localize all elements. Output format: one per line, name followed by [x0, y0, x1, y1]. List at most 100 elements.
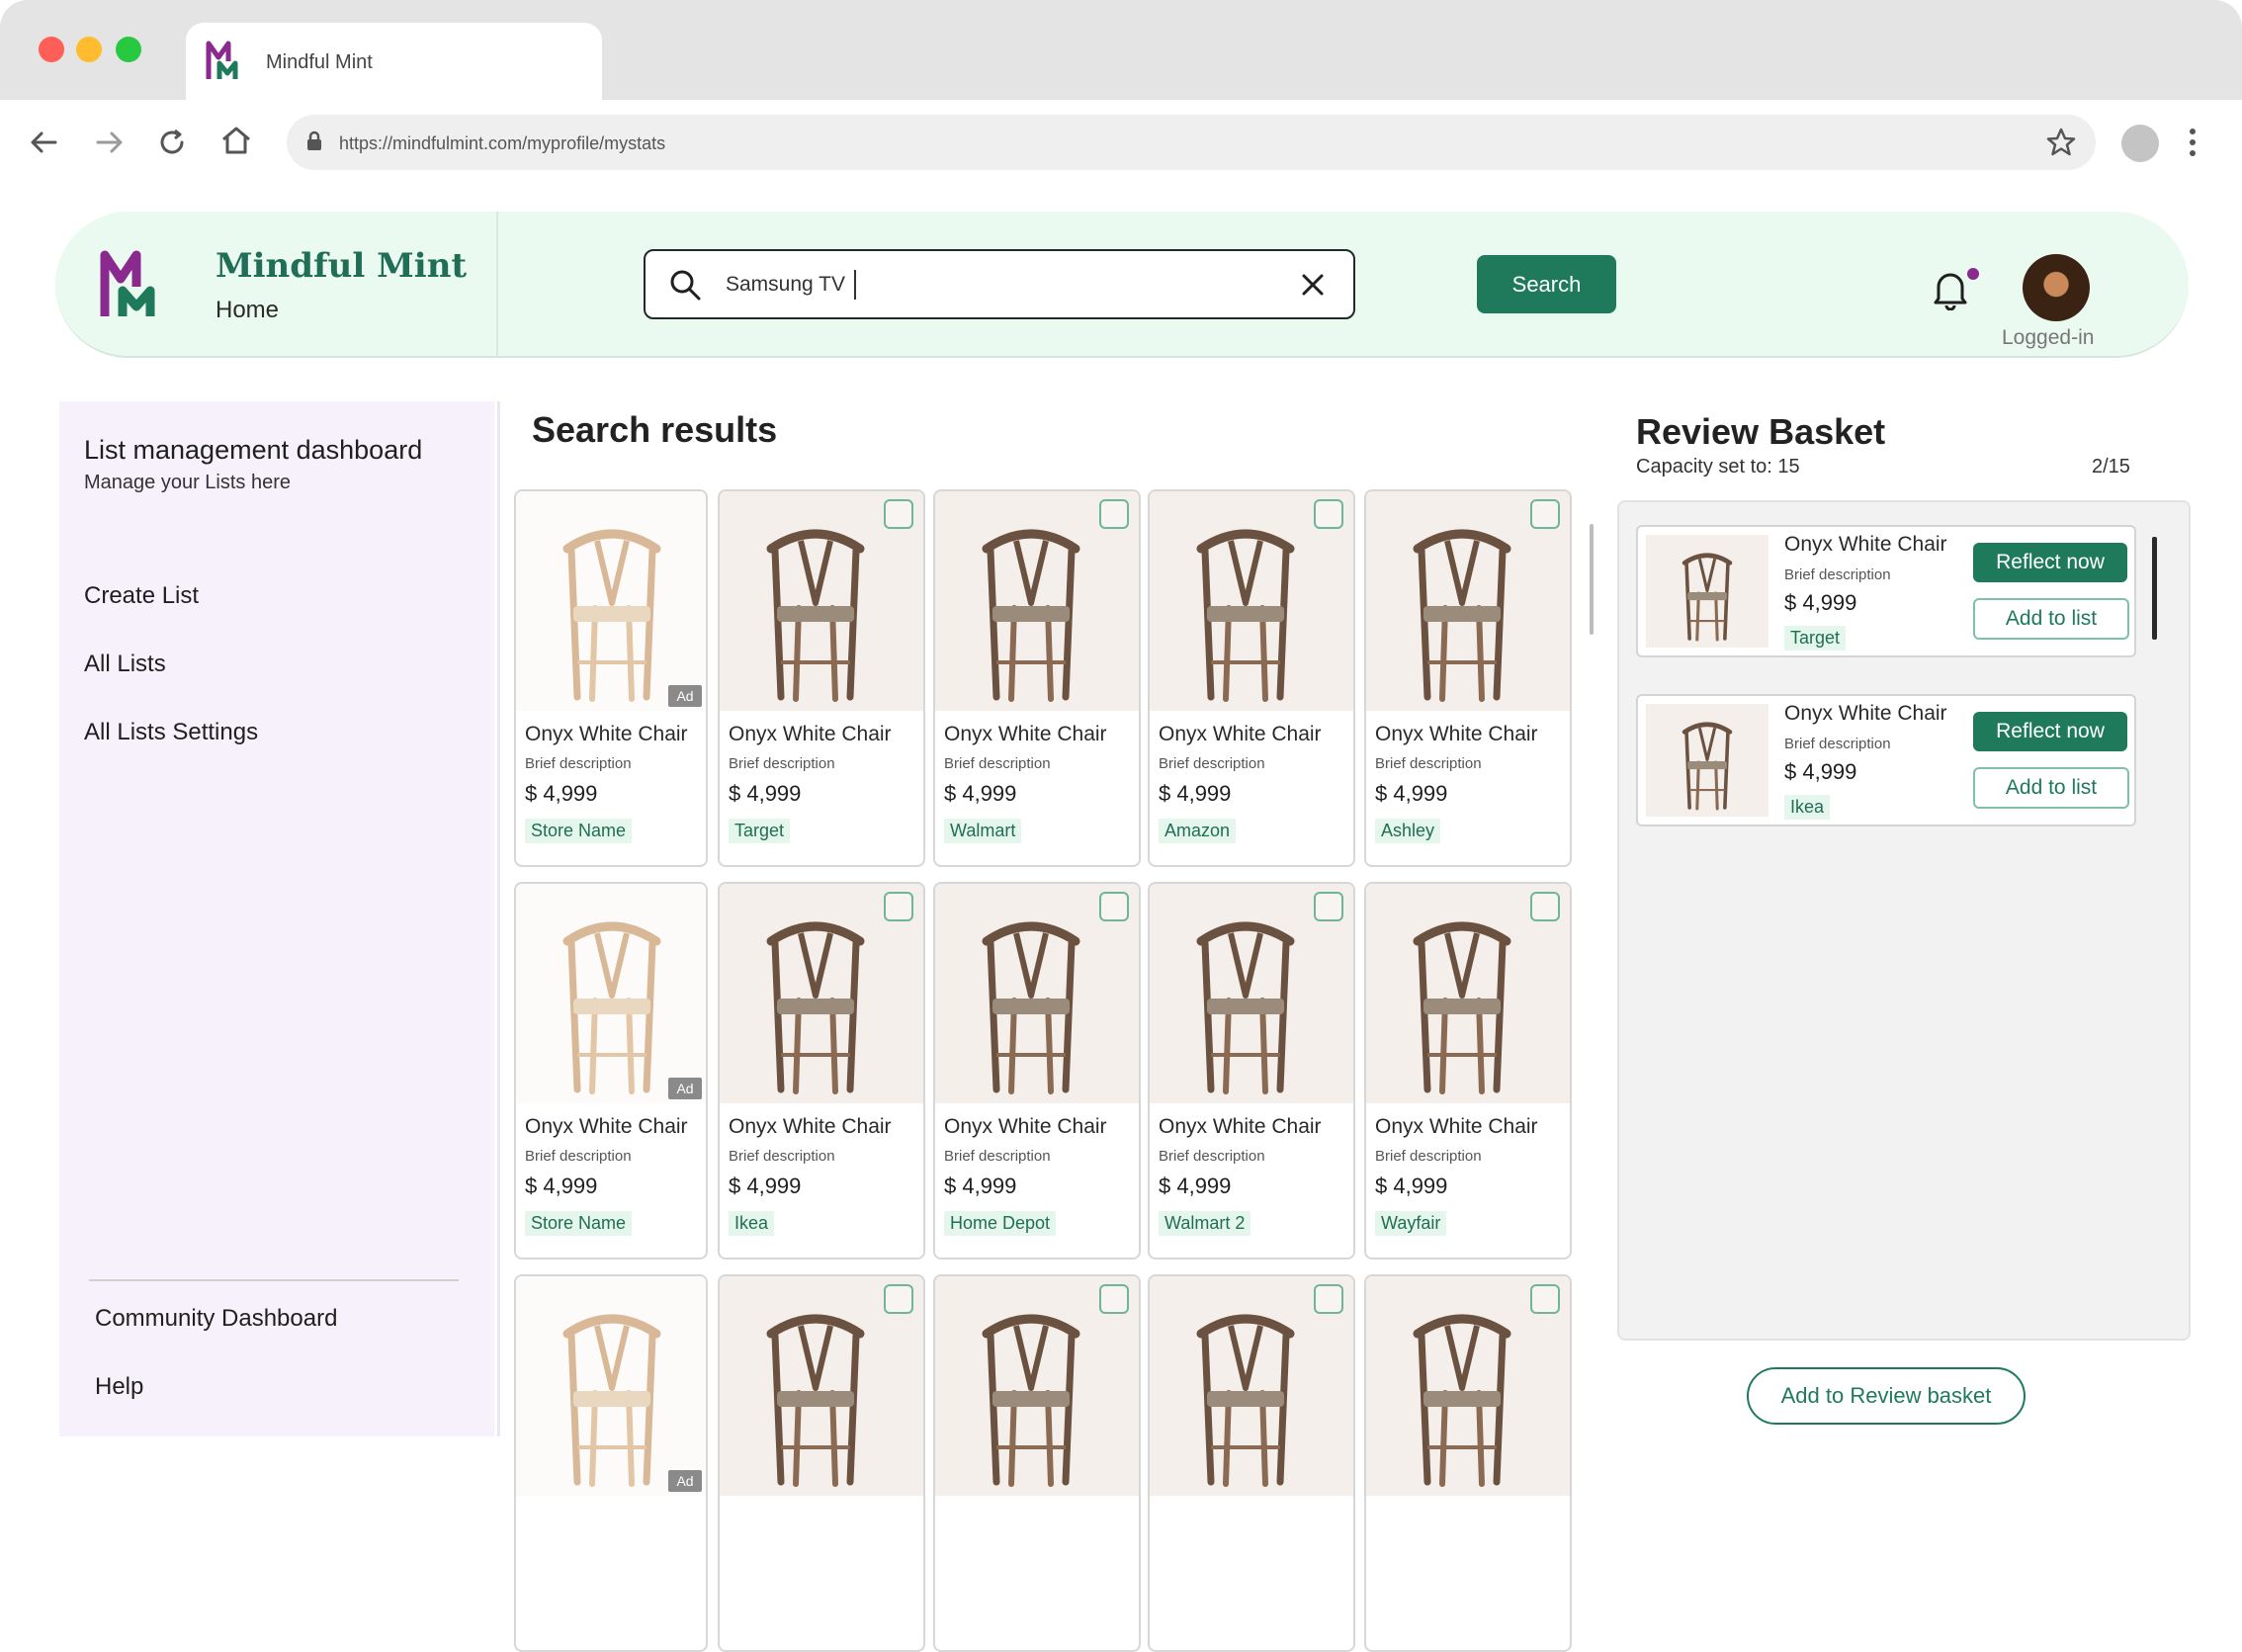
- product-card[interactable]: Onyx White Chair Brief description $ 4,999…: [1148, 489, 1355, 867]
- select-checkbox[interactable]: [884, 892, 913, 921]
- browser-menu-icon[interactable]: [2187, 127, 2199, 158]
- store-badge: Store Name: [525, 819, 633, 843]
- basket-item-description: Brief description: [1784, 736, 1891, 752]
- product-description: Brief description: [525, 1148, 632, 1165]
- sidebar-item-create-list[interactable]: Create List: [84, 582, 199, 610]
- product-card[interactable]: [933, 1274, 1141, 1652]
- chair-image-icon: [957, 902, 1105, 1095]
- breadcrumb-home[interactable]: Home: [216, 297, 279, 324]
- product-card[interactable]: Onyx White Chair Brief description $ 4,999…: [1364, 489, 1572, 867]
- select-checkbox[interactable]: [1530, 892, 1560, 921]
- sidebar-title: List management dashboard: [84, 435, 423, 465]
- user-avatar[interactable]: [2023, 254, 2090, 321]
- search-input-value[interactable]: Samsung TV: [726, 273, 845, 297]
- sidebar-item-all-lists[interactable]: All Lists: [84, 651, 166, 678]
- ad-badge: Ad: [668, 1078, 702, 1099]
- select-checkbox[interactable]: [884, 1284, 913, 1314]
- reflect-now-button[interactable]: Reflect now: [1973, 543, 2127, 582]
- notification-badge: [1967, 268, 1979, 280]
- brand-name[interactable]: Mindful Mint: [216, 246, 467, 286]
- product-image[interactable]: [516, 884, 706, 1103]
- product-description: Brief description: [729, 755, 835, 772]
- store-badge: Wayfair: [1375, 1211, 1447, 1236]
- add-to-list-button[interactable]: Add to list: [1973, 767, 2129, 809]
- notification-bell-icon[interactable]: [1931, 267, 1970, 310]
- product-card[interactable]: [718, 1274, 925, 1652]
- product-description: Brief description: [729, 1148, 835, 1165]
- product-name: Onyx White Chair: [729, 723, 892, 745]
- product-price: $ 4,999: [729, 781, 802, 806]
- tab-favicon-icon: [206, 41, 238, 79]
- basket-item[interactable]: Onyx White Chair Brief description $ 4,9…: [1636, 694, 2136, 826]
- add-to-list-button[interactable]: Add to list: [1973, 598, 2129, 640]
- sidebar-item-help[interactable]: Help: [95, 1373, 143, 1401]
- sidebar-item-community-dashboard[interactable]: Community Dashboard: [95, 1305, 337, 1333]
- product-card[interactable]: Ad Onyx White Chair Brief description $ 4,9…: [514, 489, 708, 867]
- clear-search-icon[interactable]: [1299, 271, 1327, 299]
- select-checkbox[interactable]: [1314, 892, 1343, 921]
- store-badge: Walmart: [944, 819, 1022, 843]
- store-badge: Ikea: [729, 1211, 775, 1236]
- product-description: Brief description: [1375, 755, 1482, 772]
- url-text[interactable]: https://mindfulmint.com/myprofile/mystat…: [339, 133, 665, 154]
- close-window-button[interactable]: [39, 37, 64, 62]
- search-button[interactable]: Search: [1477, 255, 1616, 313]
- product-card[interactable]: Onyx White Chair Brief description $ 4,999…: [933, 882, 1141, 1260]
- add-to-review-basket-button[interactable]: Add to Review basket: [1747, 1367, 2026, 1425]
- basket-item-store: Ikea: [1784, 795, 1831, 820]
- basket-scrollbar[interactable]: [2152, 537, 2157, 640]
- chair-image-icon: [957, 1294, 1105, 1488]
- sidebar-divider: [497, 401, 500, 1436]
- sidebar-subtitle: Manage your Lists here: [84, 472, 292, 493]
- select-checkbox[interactable]: [1099, 499, 1129, 529]
- chair-image-icon: [538, 509, 686, 703]
- search-results-title: Search results: [532, 409, 778, 450]
- product-image[interactable]: [516, 1276, 706, 1496]
- chair-image-icon: [957, 509, 1105, 703]
- chair-image-icon: [1388, 1294, 1536, 1488]
- back-arrow-icon[interactable]: [28, 129, 59, 156]
- product-description: Brief description: [525, 755, 632, 772]
- minimize-window-button[interactable]: [76, 37, 102, 62]
- sidebar-item-all-lists-settings[interactable]: All Lists Settings: [84, 719, 258, 746]
- select-checkbox[interactable]: [1530, 1284, 1560, 1314]
- maximize-window-button[interactable]: [116, 37, 141, 62]
- chair-image-icon: [538, 1294, 686, 1488]
- select-checkbox[interactable]: [1314, 499, 1343, 529]
- product-card[interactable]: Onyx White Chair Brief description $ 4,999…: [718, 489, 925, 867]
- select-checkbox[interactable]: [1099, 1284, 1129, 1314]
- product-card[interactable]: Ad Onyx White Chair Brief description $ 4,9…: [514, 882, 708, 1260]
- bookmark-star-icon[interactable]: [2045, 127, 2077, 158]
- brand-logo-icon[interactable]: [99, 249, 164, 322]
- product-card[interactable]: Onyx White Chair Brief description $ 4,999…: [718, 882, 925, 1260]
- product-card[interactable]: [1364, 1274, 1572, 1652]
- home-icon[interactable]: [219, 125, 253, 156]
- product-card[interactable]: Ad: [514, 1274, 708, 1652]
- reflect-now-button[interactable]: Reflect now: [1973, 712, 2127, 751]
- select-checkbox[interactable]: [884, 499, 913, 529]
- product-price: $ 4,999: [525, 781, 598, 806]
- product-description: Brief description: [944, 755, 1051, 772]
- product-card[interactable]: Onyx White Chair Brief description $ 4,999…: [1148, 882, 1355, 1260]
- product-card[interactable]: Onyx White Chair Brief description $ 4,999…: [1364, 882, 1572, 1260]
- browser-profile-avatar[interactable]: [2121, 125, 2159, 162]
- select-checkbox[interactable]: [1530, 499, 1560, 529]
- product-image[interactable]: [516, 491, 706, 711]
- store-badge: Target: [729, 819, 791, 843]
- product-card[interactable]: [1148, 1274, 1355, 1652]
- product-price: $ 4,999: [1159, 781, 1232, 806]
- select-checkbox[interactable]: [1099, 892, 1129, 921]
- store-badge: Store Name: [525, 1211, 633, 1236]
- basket-item-name: Onyx White Chair: [1784, 702, 1947, 725]
- product-card[interactable]: Onyx White Chair Brief description $ 4,999…: [933, 489, 1141, 867]
- chair-image-icon: [741, 1294, 890, 1488]
- select-checkbox[interactable]: [1314, 1284, 1343, 1314]
- browser-tab[interactable]: [186, 23, 602, 100]
- product-price: $ 4,999: [1375, 1174, 1448, 1198]
- basket-item[interactable]: Onyx White Chair Brief description $ 4,9…: [1636, 525, 2136, 657]
- basket-capacity: Capacity set to: 15: [1636, 456, 1800, 478]
- reload-icon[interactable]: [156, 127, 188, 158]
- text-cursor: [854, 270, 856, 300]
- forward-arrow-icon[interactable]: [94, 129, 126, 156]
- results-scrollbar[interactable]: [1590, 524, 1594, 635]
